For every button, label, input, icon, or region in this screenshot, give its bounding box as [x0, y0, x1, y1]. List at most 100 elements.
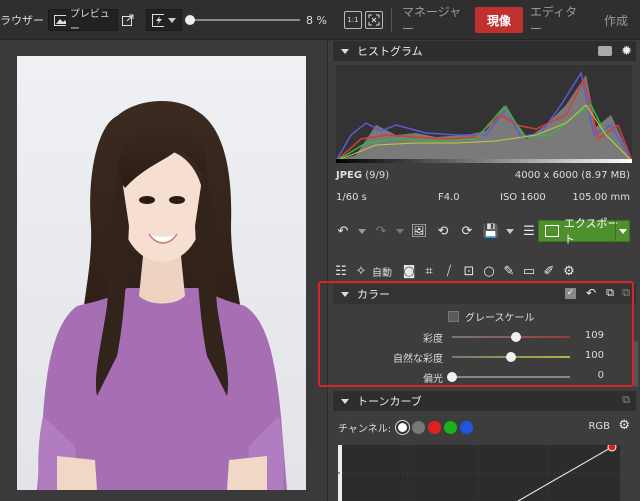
saturation-value: 109	[584, 330, 604, 341]
polarize-value: 0	[597, 370, 604, 381]
image-format: JPEG (9/9)	[336, 170, 389, 181]
vibrance-value: 100	[584, 350, 604, 361]
tool-icons-row: ☷ ✧ 自動 ◙ ⌗ ⧸ ⊡ ○ ✎ ▭ ✐ ⚙	[332, 262, 578, 280]
histogram-graph	[334, 65, 634, 162]
focal-length: 105.00 mm	[572, 192, 630, 203]
tone-curve-header[interactable]: トーンカーブ ⧉	[333, 391, 636, 411]
tone-curve-graph[interactable]	[338, 442, 620, 501]
channel-white[interactable]	[396, 421, 410, 434]
camera-icon[interactable]: ◙	[400, 262, 418, 280]
preview-label: プレビュー	[69, 9, 110, 35]
auto-label[interactable]: 自動	[372, 264, 392, 279]
color-section-title: カラー	[357, 288, 390, 301]
image-icon[interactable]: 🖼	[410, 222, 428, 240]
frame-icon[interactable]: ⊡	[460, 262, 478, 280]
export-icon	[545, 225, 559, 237]
chevron-down-icon	[618, 228, 627, 234]
perspective-icon[interactable]: ⧸	[440, 262, 458, 280]
histogram-gradient-bar	[336, 159, 632, 163]
magic-wand-icon[interactable]: ✧	[352, 262, 370, 280]
shutter-speed: 1/60 s	[336, 192, 367, 203]
export-button[interactable]: エクスポート	[538, 217, 630, 246]
app-window: ラウザー プレビュー 8 % 1:1 マネージャー 現像 エディター 作成 ヒス…	[0, 0, 640, 501]
flash-mode-button[interactable]	[146, 9, 182, 31]
collapse-triangle-icon	[341, 48, 349, 54]
copy-icon[interactable]: ⧉	[622, 393, 630, 407]
redo-icon[interactable]: ↷	[372, 222, 390, 240]
channel-label: チャンネル:	[338, 424, 392, 435]
polarize-slider[interactable]	[452, 376, 570, 378]
saturation-label: 彩度	[423, 334, 443, 345]
reset-icon[interactable]: ↶	[586, 286, 596, 300]
chevron-down-icon[interactable]	[358, 228, 366, 234]
tab-develop[interactable]: 現像	[475, 7, 523, 33]
zoom-percent: 8 %	[306, 13, 327, 27]
rotate-right-icon[interactable]: ⟳	[458, 222, 476, 240]
gear-icon[interactable]: ⚙	[618, 418, 630, 433]
enable-checkbox[interactable]: ✓	[565, 288, 576, 299]
undo-icon[interactable]: ↶	[334, 222, 352, 240]
vibrance-knob[interactable]	[506, 352, 516, 362]
image-dimensions: 4000 x 6000 (8.97 MB)	[514, 170, 630, 181]
histogram-header[interactable]: ヒストグラム ✹	[333, 41, 636, 61]
tab-manager[interactable]: マネージャー	[402, 5, 466, 36]
gear-icon[interactable]: ✹	[621, 44, 632, 59]
copy-icon[interactable]: ⧉	[606, 286, 614, 300]
save-icon[interactable]: 💾	[482, 222, 500, 240]
channel-green[interactable]	[444, 421, 458, 434]
channel-selector: チャンネル:	[338, 420, 474, 435]
panel-scrollbar[interactable]	[634, 341, 638, 387]
tab-editor[interactable]: エディター	[530, 5, 586, 36]
gear-icon[interactable]: ⚙	[560, 262, 578, 280]
channel-gray[interactable]	[412, 421, 426, 434]
crop-icon[interactable]: ⌗	[420, 262, 438, 280]
camera-icon[interactable]	[598, 46, 612, 56]
chevron-down-icon[interactable]	[506, 228, 514, 234]
brush-icon[interactable]: ✎	[500, 262, 518, 280]
saturation-knob[interactable]	[511, 332, 522, 342]
gradient-icon[interactable]: ▭	[520, 262, 538, 280]
image-icon	[54, 14, 66, 26]
grayscale-checkbox[interactable]	[448, 311, 459, 322]
paste-icon[interactable]: ⧉	[622, 286, 630, 300]
chevron-down-icon	[168, 17, 176, 23]
preview-button[interactable]: プレビュー	[48, 9, 118, 35]
grayscale-label: グレースケール	[465, 313, 535, 324]
tone-curve-title: トーンカーブ	[357, 395, 422, 408]
channel-value: RGB	[588, 421, 610, 432]
aperture: F4.0	[438, 192, 460, 203]
fit-screen-icon[interactable]	[365, 11, 383, 29]
edit-actions-row: ↶ ↷ 🖼 ⟲ ⟳ 💾 ☰	[334, 222, 538, 240]
lightning-icon	[152, 13, 164, 27]
zoom-1to1-button[interactable]: 1:1	[344, 11, 362, 29]
tab-create[interactable]: 作成	[598, 7, 634, 33]
zoom-slider-knob[interactable]	[185, 15, 195, 25]
polarize-knob[interactable]	[447, 372, 457, 382]
channel-blue[interactable]	[460, 421, 474, 434]
grayscale-option[interactable]: グレースケール	[448, 309, 535, 324]
chevron-down-icon[interactable]	[396, 228, 404, 234]
vibrance-label: 自然な彩度	[393, 354, 443, 365]
color-section-header[interactable]: カラー ✓ ↶ ⧉ ⧉	[333, 284, 636, 304]
browser-label: ラウザー	[0, 14, 44, 27]
collapse-triangle-icon	[341, 291, 349, 297]
image-index: (9/9)	[365, 170, 390, 181]
eraser-icon[interactable]: ✐	[540, 262, 558, 280]
channel-red[interactable]	[428, 421, 442, 434]
develop-panel: ヒストグラム ✹ JPEG (9/9) 4000 x 6000 (8.97 MB…	[327, 41, 640, 501]
adjust-settings-icon[interactable]: ☰	[520, 222, 538, 240]
rotate-left-icon[interactable]: ⟲	[434, 222, 452, 240]
portrait-photo[interactable]	[17, 56, 306, 490]
export-dropdown[interactable]	[615, 221, 629, 241]
collapse-triangle-icon	[341, 398, 349, 404]
histogram-title: ヒストグラム	[357, 45, 423, 58]
zoom-slider[interactable]	[188, 19, 300, 21]
format-label: JPEG	[336, 170, 363, 181]
top-toolbar: ラウザー プレビュー 8 % 1:1 マネージャー 現像 エディター 作成	[0, 0, 640, 40]
photo-viewer	[0, 41, 327, 501]
circle-icon[interactable]: ○	[480, 262, 498, 280]
sliders-icon[interactable]: ☷	[332, 262, 350, 280]
polarize-label: 偏光	[423, 374, 443, 385]
external-open-icon[interactable]	[122, 0, 134, 40]
divider	[391, 8, 392, 32]
